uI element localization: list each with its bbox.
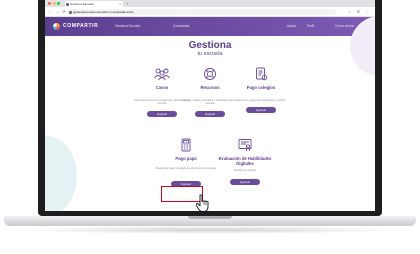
card-description: Evalúa a tu equipo <box>234 169 256 172</box>
url-text: gestionaescuela.compartir.com/pantalla-i… <box>73 10 134 14</box>
url-input[interactable]: gestionaescuela.compartir.com/pantalla-i… <box>67 9 337 15</box>
logo-text[interactable]: COMPARTIR <box>63 23 98 30</box>
ingresar-button[interactable]: Ingresar <box>246 107 276 114</box>
card-description: Registra el pago de papás de alumnos de … <box>155 167 217 170</box>
main-content: Gestiona tu escuela Casos Administra cas… <box>45 16 375 211</box>
card-evaluacion: Evaluación de Habilidades Digitales Eval… <box>212 138 278 186</box>
tab-title: Gestiona Escuela <box>70 2 94 6</box>
header-link[interactable]: Ayuda <box>287 23 296 30</box>
browser-tab-strip: Gestiona Escuela × + <box>45 0 375 7</box>
card-pago-papa: Pago papá Registra el pago de papás de a… <box>153 138 219 188</box>
page-subtitle: tu escuela <box>197 51 223 57</box>
ingresar-button[interactable]: Ingresar <box>230 179 260 186</box>
window-close-dot[interactable] <box>48 2 51 5</box>
card-pago-colegios: Pago colegios Revisa tus pagos de colegi… <box>228 67 294 114</box>
favicon-icon <box>66 2 69 6</box>
hand-cursor-icon <box>195 194 210 211</box>
card-title: Pago papá <box>175 156 197 161</box>
stage: Gestiona Escuela × + ← → ⟳ gestionaescue… <box>0 0 420 254</box>
navigation-icons[interactable]: ← → ⟳ <box>48 9 67 15</box>
header-link[interactable]: Gestiona Escuela <box>115 23 140 30</box>
receipt-icon <box>252 67 270 81</box>
laptop-shadow <box>14 226 406 234</box>
lifebuoy-icon <box>201 67 219 81</box>
window-minimize-dot[interactable] <box>52 2 56 5</box>
page-title: Gestiona <box>188 40 232 51</box>
certificate-icon <box>236 138 254 152</box>
laptop-screen: Gestiona Escuela × + ← → ⟳ gestionaescue… <box>45 0 375 211</box>
header-link[interactable]: Comunidad <box>173 23 189 30</box>
lock-icon <box>69 10 72 14</box>
site-header: COMPARTIR Gestiona Escuela Comunidad Ayu… <box>45 17 375 36</box>
calculator-icon <box>177 138 195 152</box>
header-link[interactable]: Cerrar sesión <box>335 23 354 30</box>
address-bar: ← → ⟳ gestionaescuela.compartir.com/pant… <box>45 7 375 17</box>
compartir-logo-icon <box>53 23 60 30</box>
ingresar-button[interactable]: Ingresar <box>195 110 225 117</box>
laptop-notch <box>188 216 232 219</box>
header-link[interactable]: Perfil <box>307 23 314 30</box>
ingresar-button[interactable]: Ingresar <box>147 110 177 117</box>
card-title: Evaluación de Habilidades Digitales <box>218 156 272 166</box>
window-zoom-dot[interactable] <box>57 2 60 5</box>
card-description: Revisa tus pagos de colegiatura y recibo… <box>236 99 285 102</box>
group-icon <box>153 67 171 81</box>
browser-menu-icons[interactable]: ☆ ⊕ ⋮ <box>348 9 371 15</box>
decorative-blob <box>45 136 77 211</box>
card-title: Pago colegios <box>246 85 276 90</box>
